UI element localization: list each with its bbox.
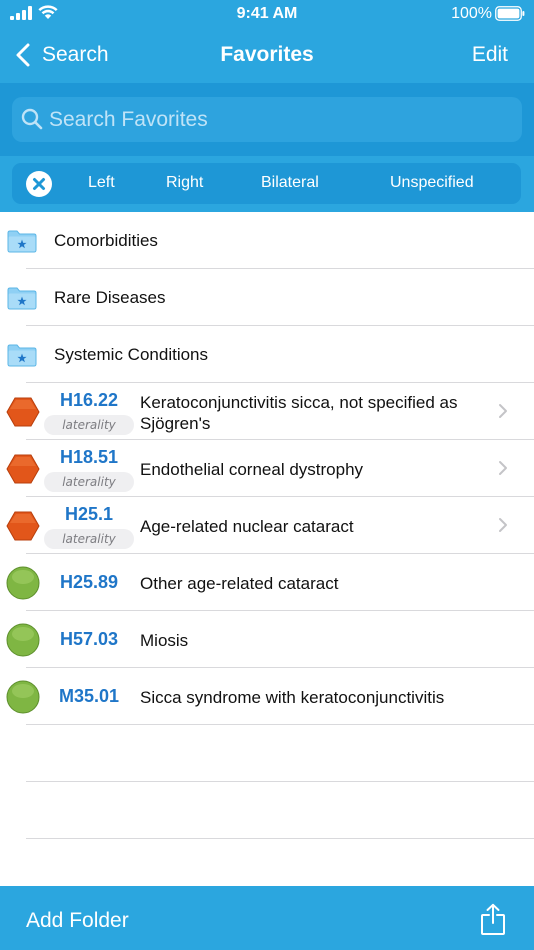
empty-row [0,725,534,782]
green-circle-icon [6,566,40,600]
code-row-h25-1[interactable]: H25.1 laterality Age-related nuclear cat… [0,497,534,554]
folder-label: Rare Diseases [54,288,166,307]
code-description: Keratoconjunctivitis sicca, not specifie… [140,393,458,433]
starred-folder-icon [7,230,37,253]
clear-filter-icon[interactable] [26,171,52,197]
folder-row-systemic-conditions[interactable]: Systemic Conditions [0,326,534,383]
laterality-filter-area: Left Right Bilateral Unspecified [0,156,534,212]
folder-row-rare-diseases[interactable]: Rare Diseases [0,269,534,326]
navigation-bar: Search Favorites Edit [0,28,534,83]
orange-hexagon-icon [6,454,40,484]
chevron-left-icon [16,43,30,67]
battery-percentage: 100% [451,5,492,22]
chevron-right-icon [499,461,507,475]
search-area [0,83,534,156]
orange-hexagon-icon [6,511,40,541]
code-description: Age-related nuclear cataract [140,517,354,536]
code-description: Sicca syndrome with keratoconjunctivitis [140,688,445,707]
code-label: H25.1 [64,504,114,524]
search-icon [21,108,43,130]
laterality-chip[interactable]: laterality [44,415,134,435]
folder-row-comorbidities[interactable]: Comorbidities [0,212,534,269]
green-circle-icon [6,680,40,714]
code-row-h57-03[interactable]: H57.03 Miosis [0,611,534,668]
laterality-chip[interactable]: laterality [44,529,134,549]
laterality-segmented-control: Left Right Bilateral Unspecified [12,163,521,204]
code-label: M35.01 [58,686,120,706]
status-bar: 9:41 AM 100% [0,0,534,28]
add-folder-button[interactable]: Add Folder [26,909,129,933]
laterality-right[interactable]: Right [166,174,203,192]
back-button[interactable]: Search [14,40,109,70]
search-field[interactable] [12,97,522,142]
share-icon[interactable] [480,903,506,935]
code-label: H18.51 [59,447,119,467]
laterality-unspecified[interactable]: Unspecified [390,174,474,192]
starred-folder-icon [7,287,37,310]
folder-label: Systemic Conditions [54,345,209,364]
code-description: Endothelial corneal dystrophy [140,460,364,479]
laterality-bilateral[interactable]: Bilateral [261,174,319,192]
orange-hexagon-icon [6,397,40,427]
code-label: H16.22 [59,390,119,410]
laterality-chip[interactable]: laterality [44,472,134,492]
starred-folder-icon [7,344,37,367]
code-row-h18-51[interactable]: H18.51 laterality Endothelial corneal dy… [0,440,534,497]
code-row-m35-01[interactable]: M35.01 Sicca syndrome with keratoconjunc… [0,668,534,725]
folder-label: Comorbidities [54,231,158,250]
edit-button[interactable]: Edit [472,43,508,67]
battery-icon [495,6,525,21]
row-divider [26,838,534,839]
back-button-label: Search [42,43,109,66]
code-label: H57.03 [59,629,119,649]
code-description: Other age-related cataract [140,574,339,593]
code-description: Miosis [140,631,189,650]
laterality-left[interactable]: Left [88,174,115,192]
green-circle-icon [6,623,40,657]
chevron-right-icon [499,404,507,418]
code-row-h25-89[interactable]: H25.89 Other age-related cataract [0,554,534,611]
code-label: H25.89 [59,572,119,592]
bottom-toolbar: Add Folder [0,886,534,950]
code-row-h16-22[interactable]: H16.22 laterality Keratoconjunctivitis s… [0,383,534,440]
search-input[interactable] [49,97,509,142]
chevron-right-icon [499,518,507,532]
empty-row [0,782,534,839]
